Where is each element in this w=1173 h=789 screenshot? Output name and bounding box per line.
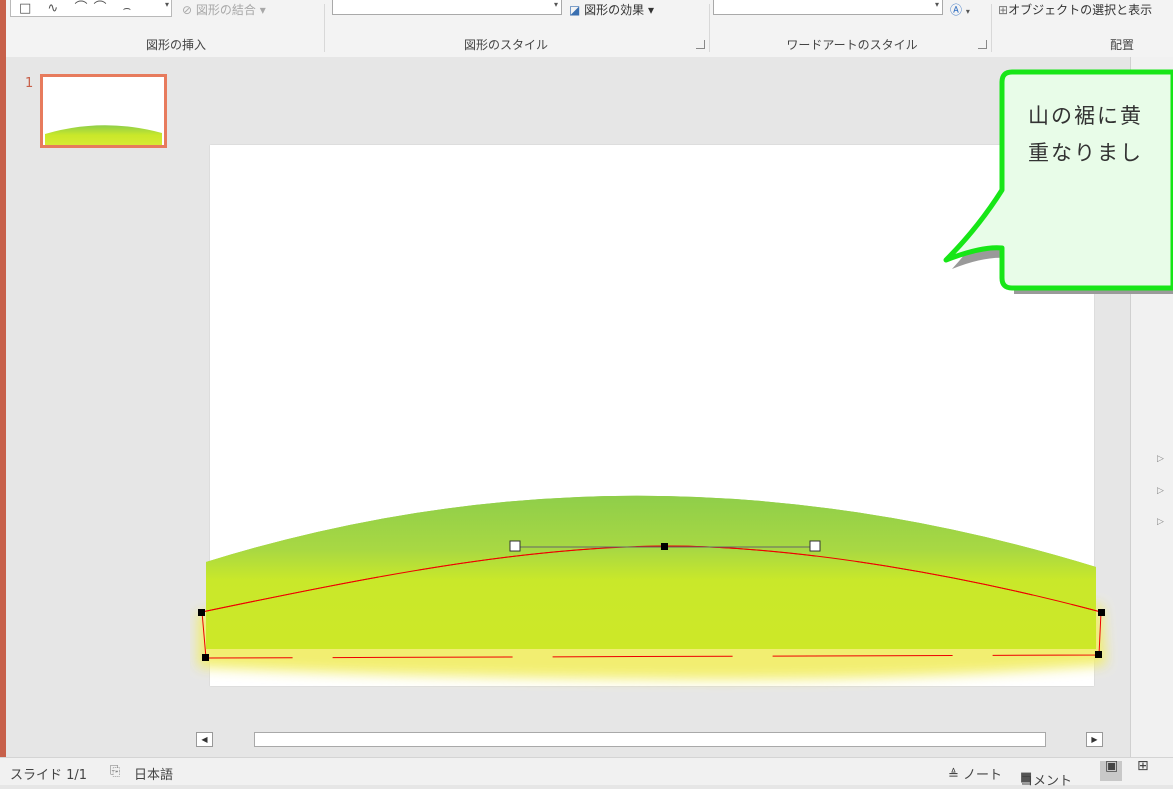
status-bar: スライド 1/1 ⎘ 日本語 ≜ ノート ■ コメント ▣ ⊞ — [0, 757, 1173, 789]
expand-arrow-icon[interactable]: ▷ — [1157, 486, 1164, 496]
comments-label: コメント — [1020, 774, 1073, 789]
normal-view-icon: ▣ — [1105, 758, 1119, 774]
group-label-wordart-styles: ワードアートのスタイル — [786, 38, 918, 52]
scrollbar-thumb[interactable] — [254, 732, 1046, 747]
vertex-point — [1098, 609, 1105, 616]
shapes-gallery[interactable]: □ ∿ ⌒⌒ ⌢ ▾ — [10, 0, 172, 17]
chevron-down-icon: ▾ — [965, 7, 970, 16]
slide-indicator: スライド 1/1 — [10, 768, 88, 783]
thumbnail-number: 1 — [25, 76, 34, 91]
dialog-launcher-icon[interactable] — [978, 40, 987, 49]
spell-check-icon[interactable]: ⎘ — [110, 764, 120, 779]
callout-text: 山の裾に黄 重なりまし — [1028, 98, 1173, 172]
slide-sorter-button[interactable]: ⊞ — [1132, 758, 1154, 781]
group-separator — [709, 4, 710, 52]
ribbon: □ ∿ ⌒⌒ ⌢ ▾ ⊘ 図形の結合 ▾ ▾ ◪ 図形の効果 ▾ ▾ Ⓐ ▾ ⊞… — [6, 0, 1173, 58]
group-separator — [991, 4, 992, 52]
shape-effects-icon: ◪ — [569, 3, 581, 17]
text-fill-icon: Ⓐ — [950, 3, 963, 17]
speech-callout — [943, 69, 1173, 294]
thumbnail-mountain — [45, 125, 162, 145]
group-label-shape-styles: 図形のスタイル — [463, 38, 548, 52]
scroll-left-icon[interactable]: ◀ — [196, 732, 213, 747]
shape-style-gallery[interactable]: ▾ — [332, 0, 562, 15]
merge-shapes-label: 図形の結合 ▾ — [195, 3, 266, 17]
expand-arrow-icon[interactable]: ▷ — [1157, 517, 1164, 527]
bezier-handle — [809, 540, 821, 552]
chevron-down-icon[interactable]: ▾ — [165, 0, 169, 9]
horizontal-scrollbar[interactable]: ◀ ▶ — [196, 732, 1110, 747]
shapes-gallery-icons: □ ∿ ⌒⌒ ⌢ — [19, 1, 138, 16]
vertex-point — [1095, 651, 1102, 658]
slide-thumbnail-pane: 1 — [6, 57, 190, 757]
bezier-handle — [509, 540, 521, 552]
scroll-right-icon[interactable]: ▶ — [1086, 732, 1103, 747]
wordart-gallery[interactable]: ▾ — [713, 0, 943, 15]
selection-pane-icon: ⊞ — [998, 3, 1009, 17]
slide-sorter-icon: ⊞ — [1137, 758, 1149, 774]
notes-button[interactable]: ≜ ノート — [948, 764, 1002, 783]
vertex-point — [202, 654, 209, 661]
group-label-insert-shapes: 図形の挿入 — [145, 38, 206, 52]
vertex-point — [198, 609, 205, 616]
normal-view-button[interactable]: ▣ — [1100, 758, 1122, 781]
selection-pane-label: オブジェクトの選択と表示 — [1008, 3, 1153, 17]
callout-line-1: 山の裾に黄 — [1028, 104, 1143, 128]
language-indicator[interactable]: 日本語 — [134, 764, 173, 783]
group-label-arrange: 配置 — [1109, 38, 1134, 52]
merge-shapes-button[interactable]: ⊘ 図形の結合 ▾ — [182, 1, 266, 18]
vertex-point — [661, 543, 668, 550]
callout-line-2: 重なりまし — [1028, 141, 1143, 165]
group-separator — [324, 4, 325, 52]
selection-pane-button[interactable]: ⊞オブジェクトの選択と表示 — [998, 1, 1152, 18]
slide-thumbnail[interactable] — [40, 74, 167, 148]
text-fill-button[interactable]: Ⓐ ▾ — [950, 1, 970, 18]
mountain-body — [206, 495, 1096, 649]
shape-effects-label: 図形の効果 ▾ — [584, 3, 655, 17]
chevron-down-icon[interactable]: ▾ — [554, 0, 558, 9]
shape-effects-button[interactable]: ◪ 図形の効果 ▾ — [569, 1, 654, 18]
dialog-launcher-icon[interactable] — [696, 40, 705, 49]
expand-arrow-icon[interactable]: ▷ — [1157, 454, 1164, 464]
chevron-down-icon[interactable]: ▾ — [935, 0, 939, 9]
